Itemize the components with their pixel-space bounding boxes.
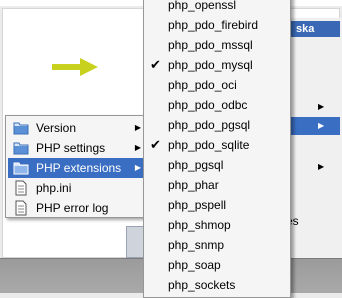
menu-item-label: PHP settings xyxy=(36,141,106,155)
menu-item-php-settings[interactable]: PHP settings ▶ xyxy=(8,138,145,158)
extension-label: php_snmp xyxy=(168,238,225,252)
extension-label: php_openssl xyxy=(168,0,237,12)
extension-item[interactable]: php_pspell xyxy=(144,195,290,215)
extension-item[interactable]: php_pdo_odbc xyxy=(144,95,290,115)
extension-item[interactable]: ✔ php_pdo_mysql xyxy=(144,55,290,75)
submenu-arrow-icon: ▶ xyxy=(318,162,325,171)
document-icon xyxy=(15,200,27,216)
extension-label: php_soap xyxy=(168,258,221,272)
extension-item[interactable]: php_pdo_firebird xyxy=(144,15,290,35)
extension-item[interactable]: php_sockets xyxy=(144,275,290,295)
extension-label: php_sockets xyxy=(168,278,236,292)
extension-item[interactable]: php_shmop xyxy=(144,215,290,235)
folder-icon xyxy=(13,142,29,155)
extension-label: php_pdo_firebird xyxy=(168,18,259,32)
extension-label: php_pdo_odbc xyxy=(168,98,248,112)
extension-item[interactable]: ✔ php_pdo_sqlite xyxy=(144,135,290,155)
extension-label: php_pdo_pgsql xyxy=(168,118,251,132)
extension-label: php_pdo_mysql xyxy=(168,58,253,72)
menu-item-version[interactable]: Version ▶ xyxy=(8,118,145,138)
extension-item[interactable]: php_soap xyxy=(144,255,290,275)
php-extensions-submenu: php_openssl php_pdo_firebird php_pdo_mss… xyxy=(143,0,291,298)
extension-item[interactable]: php_pgsql xyxy=(144,155,290,175)
menu-item-label: PHP error log xyxy=(36,201,109,215)
yellow-arrow-icon xyxy=(52,58,98,76)
extension-label: php_pspell xyxy=(168,198,227,212)
folder-icon xyxy=(13,122,29,135)
extension-label: php_shmop xyxy=(168,218,231,232)
extension-item[interactable]: php_pdo_pgsql xyxy=(144,115,290,135)
extension-item[interactable]: php_phar xyxy=(144,175,290,195)
wamp-php-context-menu: Version ▶ PHP settings ▶ PHP extensions … xyxy=(5,115,148,218)
extension-label: php_pdo_mssql xyxy=(168,38,253,52)
menu-item-label: php.ini xyxy=(36,181,72,195)
menu-item-label: Version xyxy=(36,121,77,135)
menu-item-php-error-log[interactable]: PHP error log xyxy=(8,198,145,218)
submenu-arrow-icon: ▶ xyxy=(318,121,325,130)
extension-label: php_pgsql xyxy=(168,158,224,172)
extension-item[interactable]: php_openssl xyxy=(144,0,290,15)
extension-item[interactable]: php_snmp xyxy=(144,235,290,255)
submenu-arrow-icon: ▶ xyxy=(318,102,325,111)
submenu-arrow-icon: ▶ xyxy=(134,163,141,172)
submenu-arrow-icon: ▶ xyxy=(134,123,141,132)
document-icon xyxy=(15,180,27,196)
checkmark-icon: ✔ xyxy=(150,137,161,152)
extension-label: php_pdo_sqlite xyxy=(168,138,250,152)
menu-item-php-ini[interactable]: php.ini xyxy=(8,178,145,198)
folder-icon xyxy=(13,162,29,175)
submenu-arrow-icon: ▶ xyxy=(134,143,141,152)
extension-label: php_phar xyxy=(168,178,219,192)
menu-item-php-extensions[interactable]: PHP extensions ▶ xyxy=(8,158,145,178)
extension-item[interactable]: php_pdo_oci xyxy=(144,75,290,95)
extension-item[interactable]: php_pdo_mssql xyxy=(144,35,290,55)
extension-label: php_pdo_oci xyxy=(168,78,237,92)
checkmark-icon: ✔ xyxy=(150,57,161,72)
menu-item-label: PHP extensions xyxy=(36,161,122,175)
